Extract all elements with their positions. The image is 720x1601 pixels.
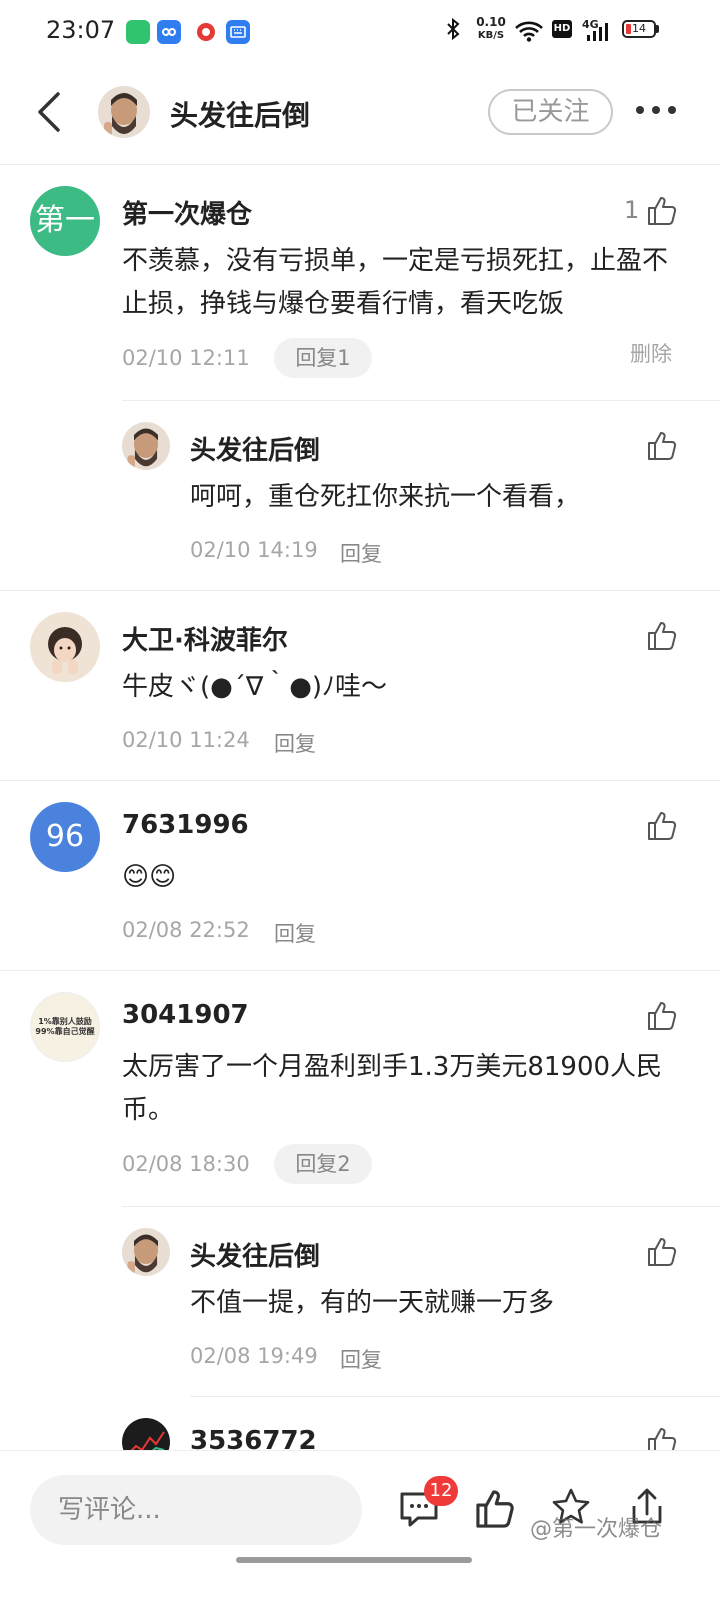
wifi-icon	[514, 20, 544, 46]
network-rate-value: 0.10	[476, 15, 506, 29]
reply-author-name[interactable]: 头发往后倒	[190, 1236, 320, 1273]
comment-divider	[0, 590, 720, 591]
comment-text: 😊😊	[122, 862, 177, 892]
author-name: 头发往后倒	[170, 99, 311, 132]
reply-text: 呵呵，重仓死扛你来抗一个看看，	[190, 482, 581, 512]
home-indicator[interactable]	[236, 1557, 472, 1563]
thumbs-up-icon[interactable]	[474, 1488, 516, 1530]
commenter-avatar[interactable]: 96	[30, 802, 100, 872]
following-button[interactable]: 已关注	[488, 89, 613, 135]
commenter-name[interactable]: 大卫·科波菲尔	[122, 620, 288, 657]
comment-text: 不羡慕，没有亏损单，一定是亏损死扛，止盈不止损，挣钱与爆仓要看行情，看天吃饭	[122, 246, 669, 319]
comment-input[interactable]: 写评论...	[30, 1475, 362, 1545]
comment-text: 太厉害了一个月盈利到手1.3万美元81900人民币。	[122, 1052, 663, 1125]
hd-icon: HD	[552, 20, 572, 38]
bluetooth-icon	[444, 17, 462, 46]
comment-count-badge: 12	[424, 1476, 458, 1506]
network-rate-unit: KB/S	[477, 30, 505, 41]
reply-avatar[interactable]	[122, 1228, 170, 1276]
thumbs-up-icon[interactable]	[646, 430, 678, 462]
watermark: @第一次爆仓	[530, 1517, 663, 1542]
status-time: 23:07	[46, 16, 116, 44]
reply-avatar[interactable]	[122, 422, 170, 470]
commenter-name[interactable]: 3041907	[122, 1000, 249, 1030]
back-icon[interactable]	[28, 88, 72, 136]
commenter-name[interactable]: 第一次爆仓	[122, 194, 252, 231]
app-notification-icon	[157, 20, 181, 44]
battery-icon: 14	[622, 20, 656, 38]
sub-divider	[122, 400, 720, 401]
reply-time: 02/10 14:19	[190, 538, 318, 562]
reply-button[interactable]: 回复	[340, 538, 382, 568]
thumbs-up-icon[interactable]	[646, 195, 678, 227]
commenter-name[interactable]: 7631996	[122, 810, 249, 840]
thumbs-up-icon[interactable]	[646, 1236, 678, 1268]
battery-percent: 14	[632, 22, 646, 35]
thumbs-up-icon[interactable]	[646, 1000, 678, 1032]
commenter-avatar[interactable]: 第一	[30, 186, 100, 256]
signal-icon	[584, 20, 610, 46]
thumbs-up-icon[interactable]	[646, 810, 678, 842]
commenter-avatar[interactable]: 1%靠别人鼓励 99%靠自己觉醒	[30, 992, 100, 1062]
reply-button[interactable]: 回复	[340, 1344, 382, 1374]
sub-divider	[122, 1206, 720, 1207]
reply-button[interactable]: 回复2	[274, 1144, 372, 1184]
comment-divider	[0, 970, 720, 971]
network-rate: 0.10 KB/S	[474, 16, 508, 42]
reply-author-name[interactable]: 头发往后倒	[190, 430, 320, 467]
comment-time: 02/08 22:52	[122, 918, 250, 942]
comment-time: 02/10 11:24	[122, 728, 250, 752]
more-options-icon[interactable]	[634, 106, 678, 116]
status-bar: 23:07 0.10 KB/S HD 4G 14	[0, 0, 720, 62]
reply-button[interactable]: 回复	[274, 918, 316, 948]
commenter-avatar[interactable]	[30, 612, 100, 682]
reply-button[interactable]: 回复1	[274, 338, 372, 378]
author-avatar[interactable]	[98, 86, 150, 138]
header-divider	[0, 164, 720, 165]
thumbs-up-icon[interactable]	[646, 620, 678, 652]
comment-time: 02/08 18:30	[122, 1152, 250, 1176]
battery-tip	[656, 25, 659, 33]
like-count: 1	[624, 196, 640, 224]
comment-divider	[0, 780, 720, 781]
app-notification-icon	[194, 20, 218, 44]
keyboard-notification-icon	[226, 20, 250, 44]
reply-button[interactable]: 回复	[274, 728, 316, 758]
sub-divider	[190, 1396, 720, 1397]
reply-time: 02/08 19:49	[190, 1344, 318, 1368]
delete-button[interactable]: 删除	[630, 338, 672, 368]
avatar-text-line: 99%靠自己觉醒	[35, 1027, 95, 1036]
wechat-notification-icon	[126, 20, 150, 44]
comment-time: 02/10 12:11	[122, 346, 250, 370]
avatar-text-line: 1%靠别人鼓励	[38, 1017, 92, 1026]
reply-text: 不值一提，有的一天就赚一万多	[190, 1288, 555, 1318]
comment-text: 牛皮ヾ(●´∇｀●)ﾉ哇～	[122, 672, 388, 702]
